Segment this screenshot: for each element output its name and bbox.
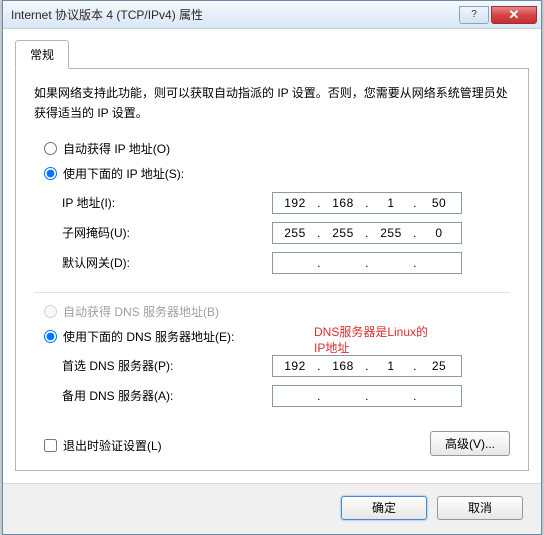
radio-ip-auto-row[interactable]: 自动获得 IP 地址(O) xyxy=(34,136,510,161)
radio-dns-manual[interactable] xyxy=(44,330,57,343)
ip-seg: 168 xyxy=(324,196,362,210)
gateway-input[interactable]: . . . xyxy=(272,252,462,274)
radio-dns-auto xyxy=(44,305,57,318)
ip-address-input[interactable]: 192. 168. 1. 50 xyxy=(272,192,462,214)
validate-checkbox-row[interactable]: 退出时验证设置(L) xyxy=(34,433,162,454)
ip-seg: 255 xyxy=(276,226,314,240)
gateway-label: 默认网关(D): xyxy=(62,254,272,271)
help-button[interactable]: ? xyxy=(459,6,489,24)
ip-seg: 50 xyxy=(420,196,458,210)
description-text: 如果网络支持此功能，则可以获取自动指派的 IP 设置。否则，您需要从网络系统管理… xyxy=(34,83,510,124)
alt-dns-input[interactable]: . . . xyxy=(272,385,462,407)
validate-checkbox-label: 退出时验证设置(L) xyxy=(63,437,162,454)
window-title: Internet 协议版本 4 (TCP/IPv4) 属性 xyxy=(11,6,459,23)
alt-dns-label: 备用 DNS 服务器(A): xyxy=(62,387,272,404)
dialog-button-bar: 确定 取消 xyxy=(3,483,541,534)
tab-body: 如果网络支持此功能，则可以获取自动指派的 IP 设置。否则，您需要从网络系统管理… xyxy=(15,68,529,471)
separator xyxy=(34,292,510,293)
dialog-window: Internet 协议版本 4 (TCP/IPv4) 属性 ? ✕ 常规 如果网… xyxy=(2,0,542,535)
ip-fields: IP 地址(I): 192. 168. 1. 50 子网掩码(U): 255. … xyxy=(34,186,510,288)
cancel-button[interactable]: 取消 xyxy=(437,496,523,520)
advanced-button[interactable]: 高级(V)... xyxy=(430,431,510,456)
gateway-row: 默认网关(D): . . . xyxy=(62,248,510,278)
radio-ip-manual-label: 使用下面的 IP 地址(S): xyxy=(63,165,184,182)
radio-dns-auto-row: 自动获得 DNS 服务器地址(B) xyxy=(34,299,510,324)
subnet-mask-input[interactable]: 255. 255. 255. 0 xyxy=(272,222,462,244)
ip-seg: 168 xyxy=(324,359,362,373)
validate-checkbox[interactable] xyxy=(44,439,57,452)
primary-dns-label: 首选 DNS 服务器(P): xyxy=(62,357,272,374)
window-buttons: ? ✕ xyxy=(459,6,537,24)
primary-dns-row: 首选 DNS 服务器(P): 192. 168. 1. 25 xyxy=(62,351,510,381)
primary-dns-input[interactable]: 192. 168. 1. 25 xyxy=(272,355,462,377)
ip-seg: 192 xyxy=(276,196,314,210)
titlebar: Internet 协议版本 4 (TCP/IPv4) 属性 ? ✕ xyxy=(3,1,541,29)
dns-fields: 首选 DNS 服务器(P): 192. 168. 1. 25 备用 DNS 服务… xyxy=(34,349,510,421)
content-area: 常规 如果网络支持此功能，则可以获取自动指派的 IP 设置。否则，您需要从网络系… xyxy=(3,29,541,483)
ip-address-row: IP 地址(I): 192. 168. 1. 50 xyxy=(62,188,510,218)
radio-ip-manual-row[interactable]: 使用下面的 IP 地址(S): xyxy=(34,161,510,186)
ip-seg: 255 xyxy=(372,226,410,240)
ip-seg: 192 xyxy=(276,359,314,373)
alt-dns-row: 备用 DNS 服务器(A): . . . xyxy=(62,381,510,411)
ip-seg: 25 xyxy=(420,359,458,373)
ok-button[interactable]: 确定 xyxy=(341,496,427,520)
subnet-mask-label: 子网掩码(U): xyxy=(62,224,272,241)
ip-seg: 0 xyxy=(420,226,458,240)
radio-dns-manual-row[interactable]: 使用下面的 DNS 服务器地址(E): xyxy=(34,324,510,349)
close-button[interactable]: ✕ xyxy=(491,6,537,24)
subnet-mask-row: 子网掩码(U): 255. 255. 255. 0 xyxy=(62,218,510,248)
ip-seg: 1 xyxy=(372,196,410,210)
bottom-row: 退出时验证设置(L) 高级(V)... xyxy=(34,431,510,456)
ip-seg: 1 xyxy=(372,359,410,373)
radio-ip-manual[interactable] xyxy=(44,167,57,180)
tab-general[interactable]: 常规 xyxy=(15,40,69,69)
ip-seg: 255 xyxy=(324,226,362,240)
radio-ip-auto[interactable] xyxy=(44,142,57,155)
radio-dns-auto-label: 自动获得 DNS 服务器地址(B) xyxy=(63,303,219,320)
tab-strip: 常规 xyxy=(15,40,529,69)
radio-ip-auto-label: 自动获得 IP 地址(O) xyxy=(63,140,170,157)
ip-address-label: IP 地址(I): xyxy=(62,194,272,211)
radio-dns-manual-label: 使用下面的 DNS 服务器地址(E): xyxy=(63,328,234,345)
